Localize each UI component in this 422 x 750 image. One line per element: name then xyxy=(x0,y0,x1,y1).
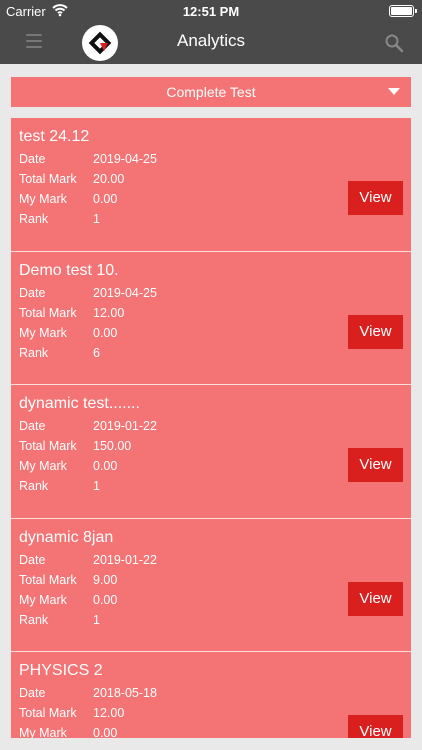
my-mark-value: 0.00 xyxy=(93,726,118,738)
test-type-dropdown[interactable]: Complete Test xyxy=(11,77,411,107)
rank-row: Rank 1 xyxy=(19,212,100,226)
date-label: Date xyxy=(19,686,46,700)
status-bar: Carrier 12:51 PM xyxy=(0,0,422,22)
total-mark-label: Total Mark xyxy=(19,305,77,320)
date-value: 2019-04-25 xyxy=(93,152,157,166)
date-label: Date xyxy=(19,285,46,300)
my-mark-label: My Mark xyxy=(19,325,67,340)
test-list[interactable]: test 24.12 Date 2019-04-25 Total Mark 20.0… xyxy=(11,118,411,738)
rank-label: Rank xyxy=(19,212,49,226)
view-button[interactable]: View xyxy=(348,448,403,482)
view-button[interactable]: View xyxy=(348,715,403,738)
total-mark-row: Total Mark 20.00 xyxy=(19,172,124,186)
view-button[interactable]: View xyxy=(348,581,403,616)
test-card: dynamic 8jan Date 2019-01-22 Total Mark 9.… xyxy=(11,518,411,652)
rank-label: Rank xyxy=(19,612,49,627)
total-mark-value: 9.00 xyxy=(93,572,118,587)
test-card: dynamic test....... Date 2019-01-22 Total… xyxy=(11,385,411,519)
total-mark-label: Total Mark xyxy=(19,572,77,587)
test-name: test 24.12 xyxy=(19,128,90,145)
my-mark-value: 0.00 xyxy=(93,325,118,340)
battery-icon xyxy=(389,5,417,17)
total-mark-value: 150.00 xyxy=(93,439,132,453)
my-mark-label: My Mark xyxy=(19,192,67,206)
view-button[interactable]: View xyxy=(348,181,403,215)
rank-label: Rank xyxy=(19,479,49,493)
my-mark-label: My Mark xyxy=(19,726,67,738)
view-button[interactable]: View xyxy=(348,314,403,349)
total-mark-label: Total Mark xyxy=(19,172,77,186)
test-name: Demo test 10. xyxy=(19,261,119,279)
date-value: 2019-04-25 xyxy=(93,285,157,300)
test-name: dynamic test....... xyxy=(19,395,140,412)
rank-row: Rank 1 xyxy=(19,479,100,493)
test-name: PHYSICS 2 xyxy=(19,662,103,679)
my-mark-label: My Mark xyxy=(19,592,67,607)
my-mark-row: My Mark 0.00 xyxy=(19,326,117,340)
total-mark-value: 12.00 xyxy=(93,305,125,320)
total-mark-label: Total Mark xyxy=(19,439,77,453)
date-value: 2019-01-22 xyxy=(93,419,157,433)
date-value: 2018-05-18 xyxy=(93,686,157,700)
my-mark-value: 0.00 xyxy=(93,192,118,206)
date-row: Date 2019-01-22 xyxy=(19,553,157,567)
my-mark-row: My Mark 0.00 xyxy=(19,726,117,738)
date-row: Date 2019-04-25 xyxy=(19,152,157,166)
caret-down-icon xyxy=(388,88,400,95)
date-value: 2019-01-22 xyxy=(93,552,157,567)
rank-value: 1 xyxy=(93,212,100,226)
test-card: test 24.12 Date 2019-04-25 Total Mark 20.0… xyxy=(11,118,411,252)
my-mark-label: My Mark xyxy=(19,459,67,473)
my-mark-value: 0.00 xyxy=(93,592,118,607)
date-label: Date xyxy=(19,419,46,433)
date-row: Date 2019-04-25 xyxy=(19,286,157,300)
clock: 12:51 PM xyxy=(182,4,240,19)
test-card: PHYSICS 2 Date 2018-05-18 Total Mark 12.00… xyxy=(11,652,411,738)
my-mark-row: My Mark 0.00 xyxy=(19,593,117,607)
total-mark-row: Total Mark 12.00 xyxy=(19,706,124,720)
rank-value: 1 xyxy=(93,479,100,493)
total-mark-row: Total Mark 9.00 xyxy=(19,573,117,587)
my-mark-row: My Mark 0.00 xyxy=(19,192,117,206)
page-title: Analytics xyxy=(176,31,246,50)
my-mark-row: My Mark 0.00 xyxy=(19,459,117,473)
total-mark-row: Total Mark 150.00 xyxy=(19,439,131,453)
date-label: Date xyxy=(19,152,46,166)
rank-label: Rank xyxy=(19,345,49,360)
nav-bar: Analytics xyxy=(0,22,422,64)
total-mark-label: Total Mark xyxy=(19,706,77,720)
rank-row: Rank 1 xyxy=(19,613,100,627)
search-icon[interactable] xyxy=(384,33,404,53)
dropdown-selected-value: Complete Test xyxy=(166,84,256,100)
total-mark-row: Total Mark 12.00 xyxy=(19,306,124,320)
rank-value: 6 xyxy=(93,345,100,360)
date-label: Date xyxy=(19,552,46,567)
test-card: Demo test 10. Date 2019-04-25 Total Mark 1… xyxy=(11,251,411,385)
rank-value: 1 xyxy=(93,612,100,627)
rank-row: Rank 6 xyxy=(19,346,100,360)
total-mark-value: 12.00 xyxy=(93,706,125,720)
total-mark-value: 20.00 xyxy=(93,172,125,186)
date-row: Date 2018-05-18 xyxy=(19,686,157,700)
test-name: dynamic 8jan xyxy=(19,528,114,546)
date-row: Date 2019-01-22 xyxy=(19,419,157,433)
my-mark-value: 0.00 xyxy=(93,459,118,473)
